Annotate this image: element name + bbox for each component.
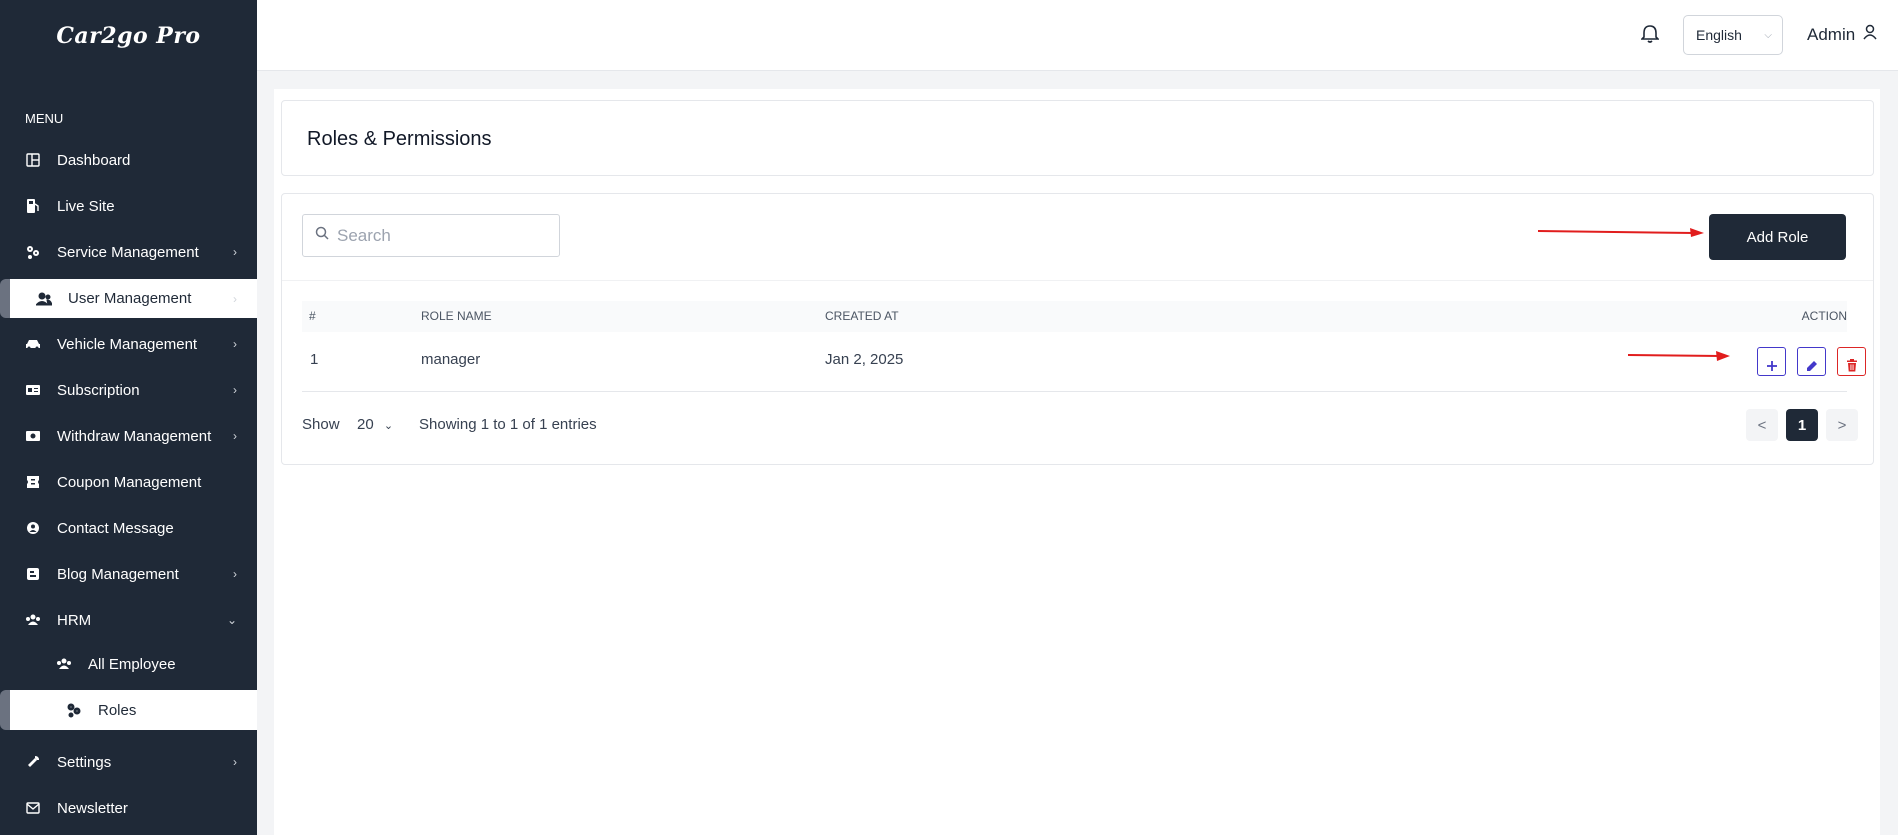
row-index: 1 — [310, 351, 319, 368]
page-title-card: Roles & Permissions — [281, 100, 1874, 176]
page-size-select[interactable]: 20 ⌄ — [357, 416, 393, 433]
sidebar-item-blog-management[interactable]: Blog Management › — [0, 555, 257, 593]
sidebar-item-withdraw-management[interactable]: Withdraw Management › — [0, 417, 257, 455]
sidebar-item-label: Coupon Management — [57, 473, 202, 491]
row-role-name: manager — [421, 351, 481, 368]
user-name: Admin — [1807, 24, 1856, 44]
add-permission-button[interactable] — [1757, 347, 1786, 376]
dashboard-icon — [25, 152, 41, 168]
annotation-arrow — [1627, 351, 1730, 361]
sidebar-item-newsletter[interactable]: Newsletter — [0, 789, 257, 827]
people-group-icon — [25, 612, 41, 628]
trash-icon — [1846, 348, 1858, 388]
chevron-right-icon: › — [233, 755, 237, 769]
divider — [302, 391, 1847, 392]
money-icon — [25, 428, 41, 444]
sidebar-item-all-employee[interactable]: All Employee — [0, 645, 257, 683]
table-header: # ROLE NAME CREATED AT ACTION — [302, 301, 1847, 332]
sidebar-item-label: HRM — [57, 611, 92, 629]
sidebar-item-label: Subscription — [57, 381, 140, 399]
sidebar-item-roles[interactable]: Roles — [0, 690, 257, 730]
sidebar-item-label: Roles — [98, 701, 137, 719]
sidebar-item-vehicle-management[interactable]: Vehicle Management › — [0, 325, 257, 363]
add-role-button[interactable]: Add Role — [1709, 214, 1846, 260]
search-input[interactable] — [337, 225, 547, 246]
next-page-button[interactable]: > — [1826, 409, 1858, 441]
row-created-at: Jan 2, 2025 — [825, 351, 904, 368]
sidebar-item-settings[interactable]: Settings › — [0, 743, 257, 781]
sidebar-item-label: Dashboard — [57, 151, 131, 169]
column-header-created-at: CREATED AT — [825, 309, 899, 323]
annotation-arrow — [1537, 228, 1704, 237]
sidebar-item-label: Vehicle Management — [57, 335, 198, 353]
chevron-down-icon: ⌄ — [383, 420, 394, 432]
contact-icon — [25, 520, 41, 536]
sidebar-item-label: Blog Management — [57, 565, 179, 583]
page-1-button[interactable]: 1 — [1786, 409, 1818, 441]
sidebar-item-label: Newsletter — [57, 799, 128, 817]
column-header-index: # — [309, 309, 316, 323]
chevron-right-icon: › — [233, 337, 237, 351]
id-card-icon — [25, 382, 41, 398]
chevron-down-icon: ⌵ — [1764, 29, 1772, 41]
top-header: English ⌵ Admin — [257, 0, 1898, 71]
sidebar-item-live-site[interactable]: Live Site — [0, 187, 257, 225]
show-label: Show — [302, 416, 340, 433]
gears-icon — [25, 244, 41, 260]
sidebar: Car2go Pro MENU Dashboard Live Site Serv… — [0, 0, 257, 835]
table-row: 1 manager Jan 2, 2025 — [302, 340, 1866, 380]
chevron-right-icon: › — [233, 383, 237, 397]
divider — [282, 280, 1873, 281]
gears-icon — [66, 702, 82, 718]
sidebar-item-label: Live Site — [57, 197, 115, 215]
sidebar-item-label: Withdraw Management — [57, 427, 212, 445]
users-icon — [56, 656, 72, 672]
blog-icon — [25, 566, 41, 582]
entries-info: Showing 1 to 1 of 1 entries — [419, 416, 597, 433]
user-menu[interactable]: Admin — [1807, 24, 1877, 45]
language-select[interactable]: English ⌵ — [1683, 15, 1783, 55]
sidebar-item-label: Contact Message — [57, 519, 174, 537]
chevron-right-icon: › — [233, 291, 237, 306]
page-size-value: 20 — [357, 416, 374, 433]
chevron-right-icon: › — [233, 429, 237, 443]
table-footer: Show 20 ⌄ Showing 1 to 1 of 1 entries < … — [302, 409, 1858, 441]
chevron-right-icon: › — [233, 245, 237, 259]
sidebar-item-dashboard[interactable]: Dashboard — [0, 141, 257, 179]
app-logo[interactable]: Car2go Pro — [0, 0, 257, 72]
chevron-right-icon: › — [233, 567, 237, 581]
pencil-icon — [1806, 348, 1818, 388]
car-icon — [25, 336, 41, 352]
sidebar-item-label: All Employee — [88, 655, 176, 673]
gas-pump-icon — [25, 198, 41, 214]
column-header-role-name: ROLE NAME — [421, 309, 492, 323]
sidebar-item-label: Settings — [57, 753, 112, 771]
delete-role-button[interactable] — [1837, 347, 1866, 376]
sidebar-item-subscription[interactable]: Subscription › — [0, 371, 257, 409]
plus-icon — [1766, 348, 1778, 388]
wrench-icon — [25, 754, 41, 770]
sidebar-item-coupon-management[interactable]: Coupon Management — [0, 463, 257, 501]
chevron-down-icon: ⌄ — [226, 613, 237, 627]
sidebar-item-label: User Management — [68, 290, 192, 307]
user-icon — [1863, 24, 1877, 45]
users-icon — [36, 291, 52, 307]
bell-icon[interactable] — [1640, 24, 1663, 46]
sidebar-item-contact-message[interactable]: Contact Message — [0, 509, 257, 547]
prev-page-button[interactable]: < — [1746, 409, 1778, 441]
ticket-icon — [25, 474, 41, 490]
edit-role-button[interactable] — [1797, 347, 1826, 376]
column-header-action: ACTION — [1801, 309, 1847, 323]
language-value: English — [1696, 27, 1742, 43]
sidebar-item-user-management[interactable]: User Management › — [0, 279, 257, 318]
sidebar-item-hrm[interactable]: HRM ⌄ — [0, 601, 257, 639]
page-title: Roles & Permissions — [307, 128, 492, 150]
sidebar-item-label: Service Management — [57, 243, 199, 261]
menu-label: MENU — [25, 111, 64, 126]
search-box[interactable] — [302, 214, 560, 257]
sidebar-item-service-management[interactable]: Service Management › — [0, 233, 257, 271]
search-icon — [315, 226, 329, 245]
envelope-icon — [25, 800, 41, 816]
